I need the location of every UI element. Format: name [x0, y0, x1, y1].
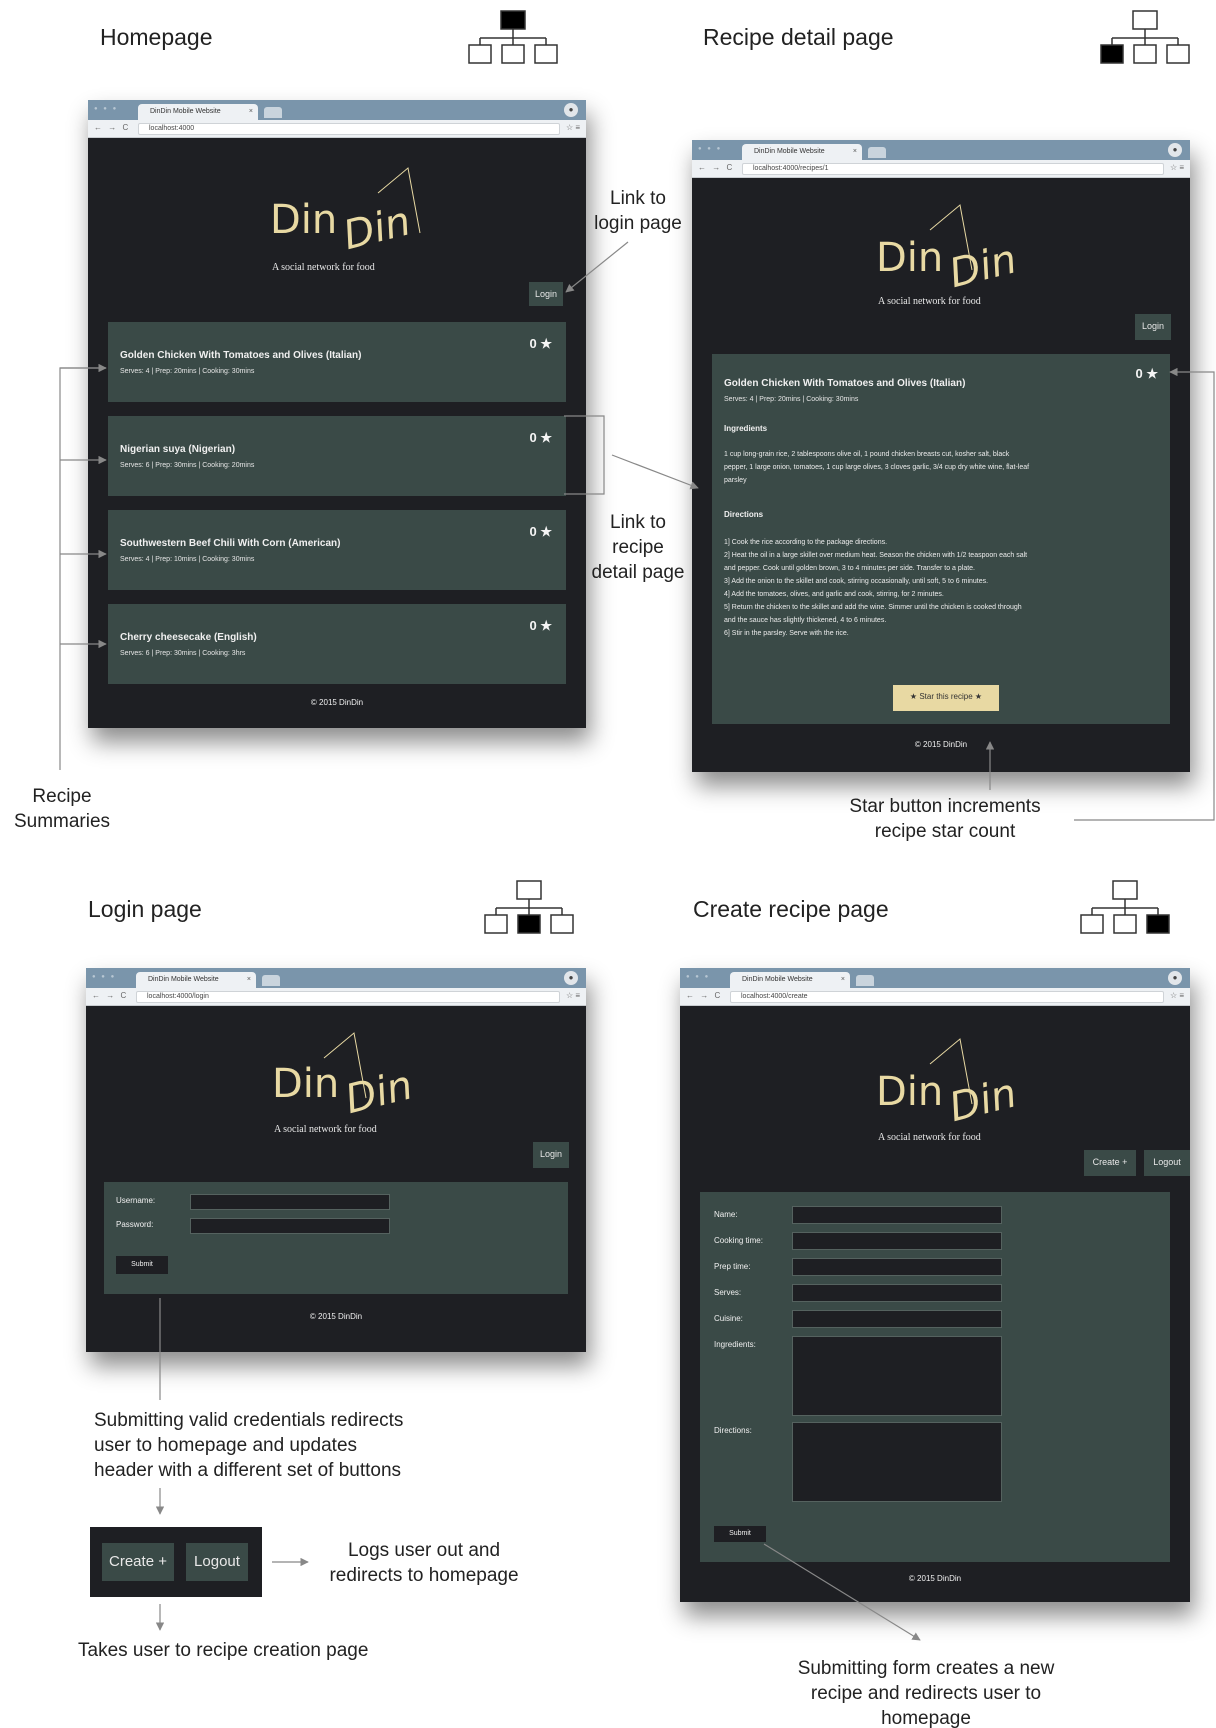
- summaries-bracket-line: [59, 367, 106, 770]
- bracket-recipe-card: [564, 415, 605, 495]
- arrow-to-login-button: [565, 241, 629, 293]
- arrow-to-detail-page: [611, 454, 699, 490]
- arrow-from-create-submit: [763, 1543, 921, 1641]
- arrow-connectors: [59, 241, 1215, 1641]
- arrow-to-star-count: [1074, 367, 1215, 821]
